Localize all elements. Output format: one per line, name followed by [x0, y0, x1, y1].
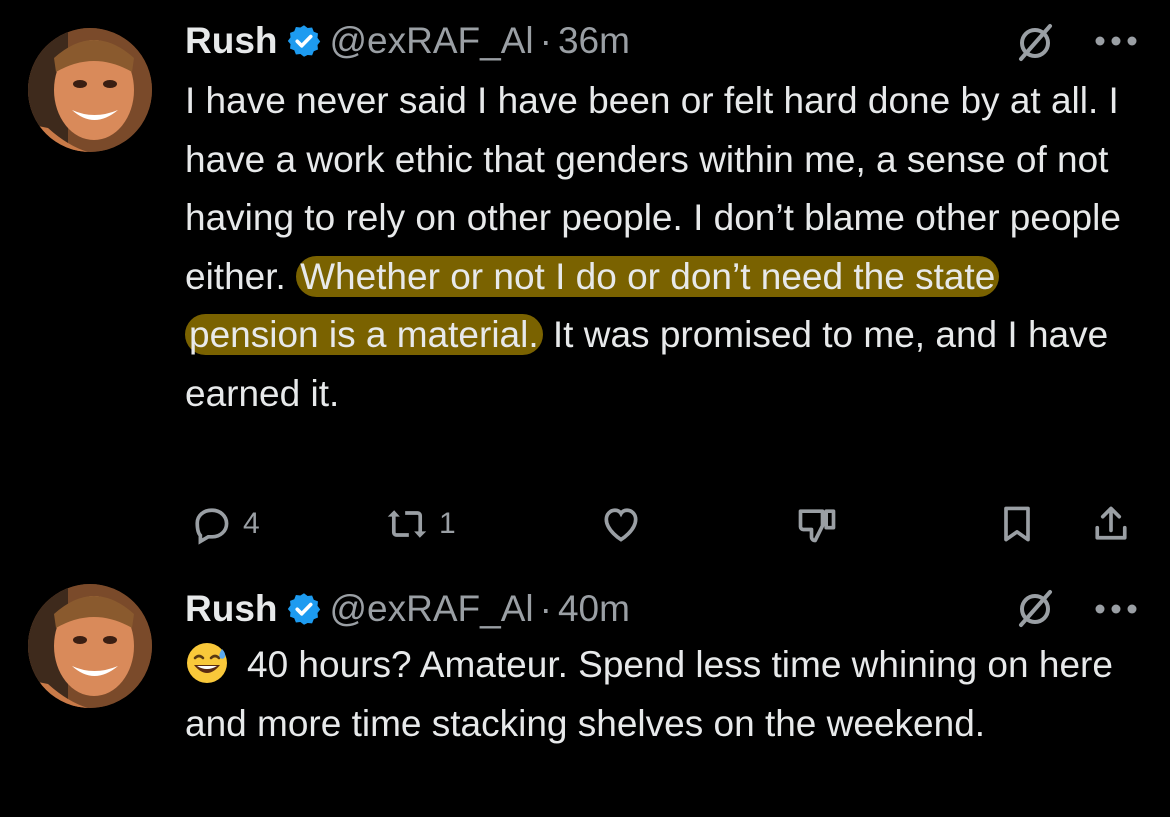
- author-handle[interactable]: @exRAF_Al: [330, 588, 534, 630]
- repost-button[interactable]: 1: [385, 500, 456, 548]
- repost-icon: [387, 510, 427, 538]
- separator-dot: ·: [539, 20, 552, 61]
- tweet-text-plain: 40 hours? Amateur. Spend less time whini…: [185, 644, 1113, 744]
- grok-slash-icon[interactable]: [1015, 22, 1055, 62]
- bookmark-icon: [1004, 506, 1030, 542]
- tweet-text: I have never said I have been or felt ha…: [185, 72, 1135, 423]
- heart-icon: [604, 508, 638, 542]
- sweat-smile-emoji-icon: [187, 643, 227, 683]
- tweet-header: Rush @exRAF_Al · 36m: [185, 16, 630, 66]
- avatar-photo: [28, 584, 152, 708]
- reply-icon: [195, 508, 229, 545]
- author-name[interactable]: Rush: [185, 588, 278, 630]
- bookmark-button[interactable]: [995, 500, 1039, 548]
- verified-badge-icon: [286, 591, 322, 627]
- share-button[interactable]: [1089, 500, 1133, 548]
- repost-count: 1: [439, 507, 456, 540]
- timestamp[interactable]: 40m: [558, 588, 630, 630]
- timestamp[interactable]: 36m: [558, 20, 630, 62]
- separator-dot: ·: [539, 588, 552, 629]
- like-button[interactable]: [599, 500, 643, 548]
- avatar[interactable]: [28, 28, 152, 152]
- verified-badge-icon: [286, 23, 322, 59]
- tweet-text: 40 hours? Amateur. Spend less time whini…: [185, 636, 1135, 753]
- tweet-1[interactable]: Rush @exRAF_Al · 36m I have never said I…: [0, 0, 1170, 572]
- avatar-photo: [28, 28, 152, 152]
- dislike-button[interactable]: [795, 500, 839, 548]
- tweet-header: Rush @exRAF_Al · 40m: [185, 584, 630, 634]
- share-icon: [1095, 506, 1127, 540]
- action-bar: 4 1: [185, 500, 1145, 550]
- author-handle[interactable]: @exRAF_Al: [330, 20, 534, 62]
- tweet-2[interactable]: Rush @exRAF_Al · 40m 40 hours? Amateur. …: [0, 572, 1170, 817]
- more-options-icon[interactable]: [1094, 35, 1138, 47]
- grok-slash-icon[interactable]: [1015, 588, 1055, 628]
- more-options-icon[interactable]: [1094, 603, 1138, 615]
- avatar[interactable]: [28, 584, 152, 708]
- thumbs-down-icon: [798, 509, 836, 543]
- author-name[interactable]: Rush: [185, 20, 278, 62]
- reply-button[interactable]: 4: [189, 500, 260, 548]
- reply-count: 4: [243, 507, 260, 540]
